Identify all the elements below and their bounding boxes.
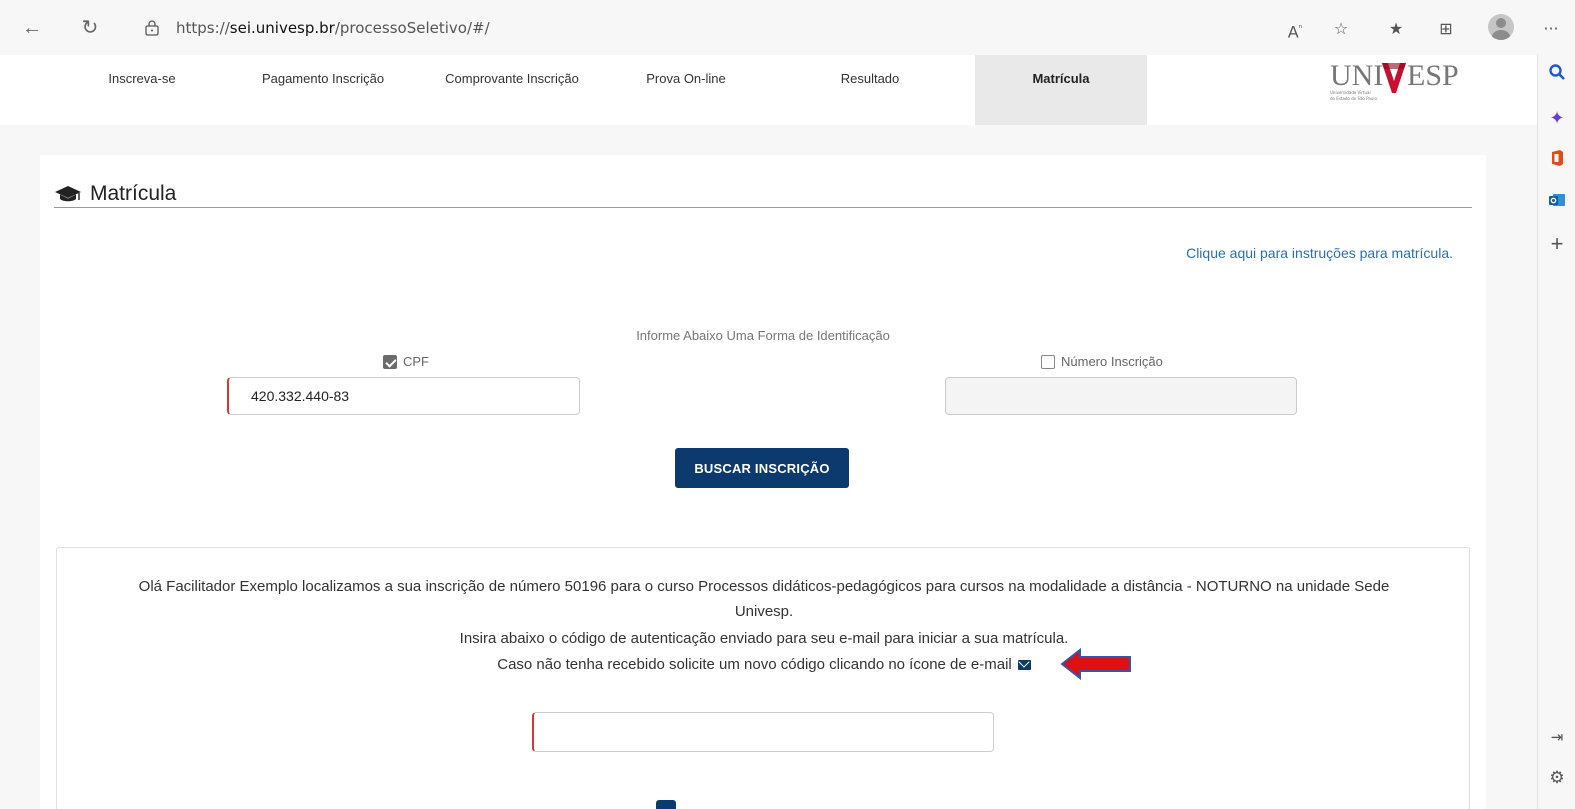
gear-icon[interactable]: ⚙: [1546, 767, 1568, 789]
result-message-line-2: Univesp.: [734, 603, 794, 620]
logo-text-left: UNI: [1330, 59, 1383, 92]
confirm-button[interactable]: [656, 800, 676, 809]
univesp-logo[interactable]: UNI ESP Universidade Virtual do Estado d…: [1330, 57, 1480, 109]
tab-prova-on-line[interactable]: Prova On-line: [616, 55, 756, 125]
url-path: /processoSeletivo/#/: [334, 19, 490, 37]
inscricao-label: Número Inscrição: [1061, 354, 1163, 369]
mail-icon[interactable]: [1017, 660, 1031, 671]
browser-toolbar: ← ↻ https://sei.univesp.br/processoSelet…: [0, 0, 1575, 55]
resend-instruction: Caso não tenha recebido solicite um novo…: [497, 656, 1012, 673]
collections-icon[interactable]: ⊞: [1435, 18, 1457, 40]
result-message-line-4: Caso não tenha recebido solicite um novo…: [57, 656, 1471, 673]
cpf-checkbox[interactable]: [383, 354, 397, 369]
add-icon[interactable]: +: [1546, 233, 1568, 255]
edge-sidebar: ✦ + ⇥ ⚙: [1537, 55, 1575, 809]
main-card: Matrícula Clique aqui para instruções pa…: [40, 155, 1486, 809]
inscricao-input[interactable]: [945, 377, 1297, 415]
logo-text-right: ESP: [1407, 59, 1459, 92]
instructions-link[interactable]: Clique aqui para instruções para matrícu…: [1186, 245, 1453, 261]
favorites-icon[interactable]: ★: [1385, 18, 1407, 40]
logo-subtitle-2: do Estado de São Paulo: [1330, 96, 1377, 101]
tab-comprovante-inscricao[interactable]: Comprovante Inscrição: [417, 55, 607, 125]
copilot-icon[interactable]: ✦: [1546, 107, 1568, 129]
lock-icon: [145, 20, 159, 36]
page-title: Matrícula: [90, 182, 177, 205]
logo-v-shadow: [1382, 63, 1406, 69]
url-text[interactable]: https://sei.univesp.br/processoSeletivo/…: [176, 19, 490, 37]
result-message-line-3: Insira abaixo o código de autenticação e…: [459, 630, 1069, 647]
result-message-line-1: Olá Facilitador Exemplo localizamos a su…: [138, 578, 1390, 595]
profile-avatar[interactable]: [1488, 14, 1514, 40]
site-nav: Inscreva-se Pagamento Inscrição Comprova…: [0, 55, 1537, 125]
read-aloud-icon[interactable]: Aⁿ: [1284, 18, 1306, 42]
inscricao-option[interactable]: Número Inscrição: [1041, 354, 1163, 369]
cpf-input[interactable]: 420.332.440-83: [227, 377, 580, 415]
page-title-row: Matrícula: [54, 177, 176, 211]
url-prefix: https://: [176, 19, 230, 37]
refresh-icon[interactable]: ↻: [78, 16, 102, 40]
red-arrow-annotation: [1060, 648, 1131, 680]
read-aloud-glyph: A: [1287, 22, 1299, 42]
tab-matricula[interactable]: Matrícula: [975, 55, 1147, 125]
graduation-cap-icon: [55, 186, 81, 202]
cpf-option[interactable]: CPF: [383, 354, 429, 369]
favorite-add-icon[interactable]: ☆: [1330, 18, 1352, 40]
inscricao-checkbox[interactable]: [1041, 354, 1055, 369]
tab-resultado[interactable]: Resultado: [800, 55, 940, 125]
tab-pagamento-inscricao[interactable]: Pagamento Inscrição: [228, 55, 418, 125]
logo-subtitle-1: Universidade Virtual: [1330, 90, 1371, 95]
title-divider: [54, 207, 1472, 208]
cpf-label: CPF: [403, 354, 429, 369]
result-panel: Olá Facilitador Exemplo localizamos a su…: [56, 547, 1470, 809]
office-icon[interactable]: [1546, 149, 1568, 171]
identification-prompt: Informe Abaixo Uma Forma de Identificaçã…: [636, 328, 890, 343]
more-menu-icon[interactable]: ···: [1540, 18, 1562, 40]
search-icon[interactable]: [1546, 63, 1568, 85]
hide-sidebar-icon[interactable]: ⇥: [1546, 727, 1568, 749]
tab-inscreva-se[interactable]: Inscreva-se: [82, 55, 202, 125]
auth-code-input[interactable]: [532, 712, 994, 752]
outlook-icon[interactable]: [1546, 191, 1568, 213]
url-domain: sei.univesp.br: [229, 19, 335, 37]
search-inscricao-button[interactable]: BUSCAR INSCRIÇÃO: [675, 448, 849, 488]
back-icon[interactable]: ←: [20, 16, 44, 40]
